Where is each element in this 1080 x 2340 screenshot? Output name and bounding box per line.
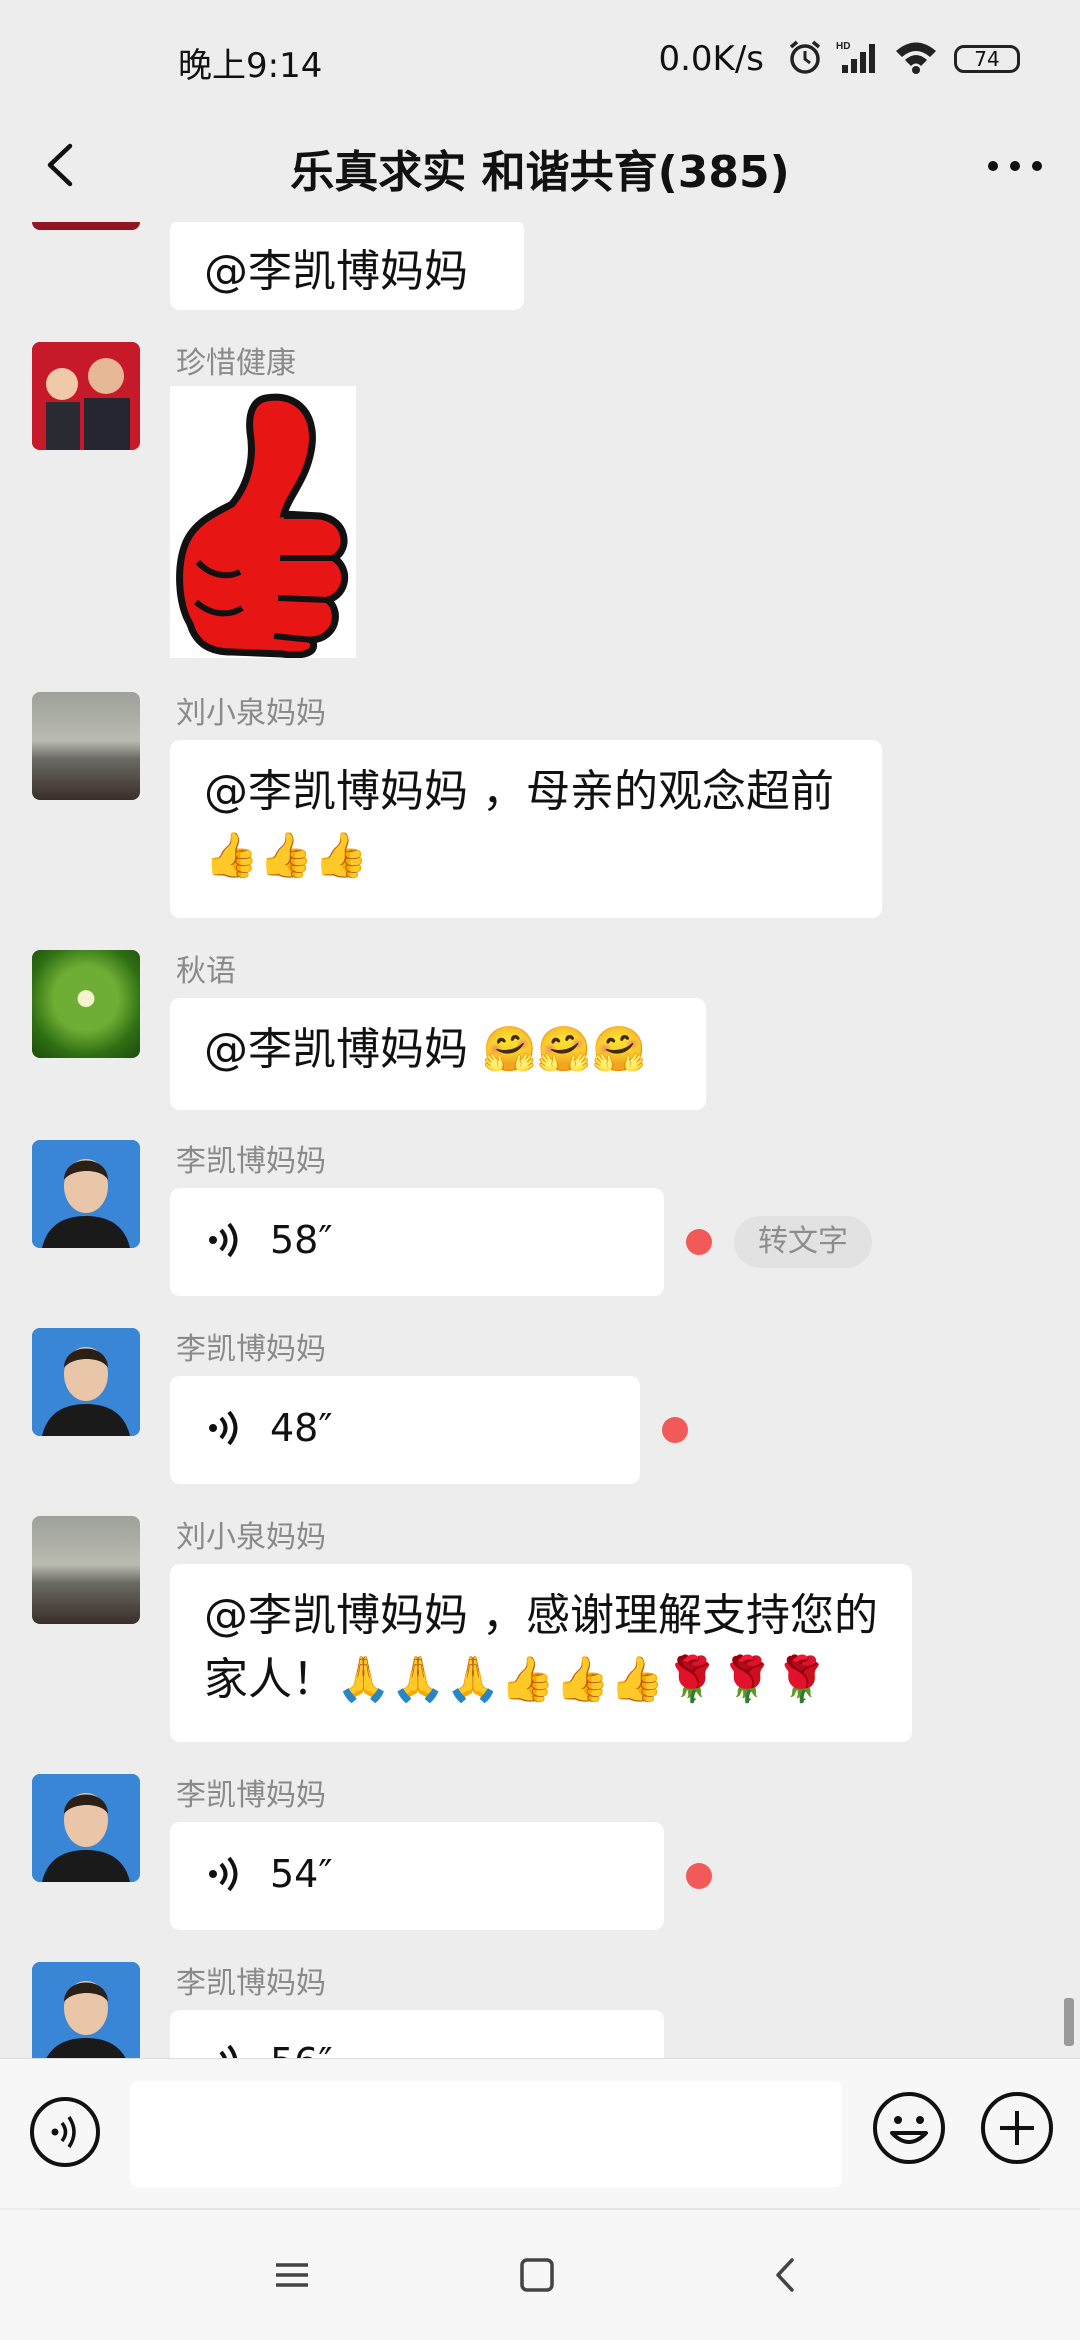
message-text: @李凯博妈妈 ，感谢理解支持您的家人！🙏🙏🙏👍👍👍🌹🌹🌹 <box>204 1590 878 1705</box>
avatar-portrait-icon <box>32 1140 140 1248</box>
back-icon <box>776 2258 794 2292</box>
chat-header: 乐真求实 和谐共育(385) <box>0 110 1080 222</box>
home-icon <box>520 2258 554 2292</box>
voice-bubble[interactable]: 54″ <box>170 1822 664 1930</box>
sender-name: 李凯博妈妈 <box>176 1778 326 1813</box>
voice-duration: 54″ <box>270 1852 333 1896</box>
message-text: @李凯博妈妈 🤗🤗🤗 <box>204 1024 647 1075</box>
thumbs-up-sticker[interactable] <box>170 386 356 659</box>
alarm-icon <box>786 38 824 80</box>
to-text-button[interactable]: 转文字 <box>734 1216 872 1268</box>
status-right: 0.0K/s HD 74 <box>658 36 1020 82</box>
message-bubble[interactable]: @李凯博妈妈 <box>170 222 524 310</box>
message-bubble[interactable]: @李凯博妈妈 🤗🤗🤗 <box>170 998 706 1110</box>
sender-name: 珍惜健康 <box>176 346 296 381</box>
avatar-portrait-icon <box>32 1774 140 1882</box>
voice-bubble[interactable]: 48″ <box>170 1376 640 1484</box>
nav-menu-button[interactable] <box>267 2250 317 2300</box>
thumbs-up-sticker-icon <box>170 386 356 659</box>
voice-wave-icon <box>209 1222 238 1258</box>
emoji-icon <box>873 2092 945 2164</box>
status-bar: 晚上9:14 0.0K/s HD 74 <box>0 0 1080 110</box>
voice-wave-icon <box>209 1856 238 1892</box>
system-nav-bar <box>0 2210 1080 2340</box>
voice-input-icon <box>30 2097 100 2167</box>
wifi-icon <box>894 40 938 78</box>
voice-input-button[interactable] <box>28 2095 102 2169</box>
status-time: 晚上9:14 <box>178 46 323 86</box>
sender-name: 刘小泉妈妈 <box>176 1520 326 1555</box>
voice-duration: 58″ <box>270 1218 333 1262</box>
voice-bubble[interactable]: 58″ <box>170 1188 664 1296</box>
sender-name: 刘小泉妈妈 <box>176 696 326 731</box>
avatar[interactable] <box>32 950 140 1058</box>
avatar[interactable] <box>32 1774 140 1882</box>
plus-icon <box>981 2092 1053 2164</box>
avatar[interactable] <box>32 1962 140 2058</box>
voice-wave-icon <box>219 2044 238 2058</box>
voice-duration: 56″ <box>270 2030 333 2058</box>
sender-name: 李凯博妈妈 <box>176 1966 326 2001</box>
avatar[interactable] <box>32 1328 140 1436</box>
avatar-portrait-icon <box>32 1962 140 2058</box>
voice-duration: 48″ <box>270 1406 333 1450</box>
sender-name: 秋语 <box>176 954 236 989</box>
avatar[interactable] <box>32 342 140 450</box>
nav-back-button[interactable] <box>762 2250 812 2300</box>
plus-button[interactable] <box>978 2089 1056 2167</box>
avatar[interactable] <box>32 222 140 230</box>
voice-bubble[interactable]: 56″ <box>170 2010 664 2058</box>
unread-dot <box>686 1863 712 1889</box>
unread-dot <box>662 1417 688 1443</box>
more-dots-icon <box>988 161 1042 171</box>
unread-dot <box>686 1229 712 1255</box>
more-button[interactable] <box>980 136 1050 196</box>
sender-name: 李凯博妈妈 <box>176 1144 326 1179</box>
sender-name: 李凯博妈妈 <box>176 1332 326 1367</box>
scrollbar-thumb[interactable] <box>1064 1998 1074 2046</box>
message-text: @李凯博妈妈 ，母亲的观念超前👍👍👍 <box>204 766 834 881</box>
message-bubble[interactable]: @李凯博妈妈 ，母亲的观念超前👍👍👍 <box>170 740 882 918</box>
svg-text:HD: HD <box>836 41 850 52</box>
hd-signal-icon: HD <box>836 39 882 79</box>
nav-home-button[interactable] <box>512 2250 562 2300</box>
battery-icon: 74 <box>954 45 1020 73</box>
page-title: 乐真求实 和谐共育(385) <box>290 147 790 198</box>
avatar[interactable] <box>32 692 140 800</box>
menu-icon <box>276 2263 308 2287</box>
message-text: @李凯博妈妈 <box>204 246 468 297</box>
message-list[interactable]: @李凯博妈妈 珍惜健康 刘小泉妈妈 @李凯博妈妈 ，母亲的观念超前👍👍👍 秋语 <box>0 222 1080 2058</box>
avatar-photo-icon <box>32 342 140 450</box>
voice-wave-icon <box>209 1410 238 1446</box>
avatar[interactable] <box>32 1140 140 1248</box>
message-input[interactable] <box>130 2081 842 2187</box>
network-speed: 0.0K/s <box>658 39 764 79</box>
avatar-portrait-icon <box>32 1328 140 1436</box>
message-bubble[interactable]: @李凯博妈妈 ，感谢理解支持您的家人！🙏🙏🙏👍👍👍🌹🌹🌹 <box>170 1564 912 1742</box>
emoji-button[interactable] <box>870 2089 948 2167</box>
avatar[interactable] <box>32 1516 140 1624</box>
input-bar <box>0 2058 1080 2208</box>
